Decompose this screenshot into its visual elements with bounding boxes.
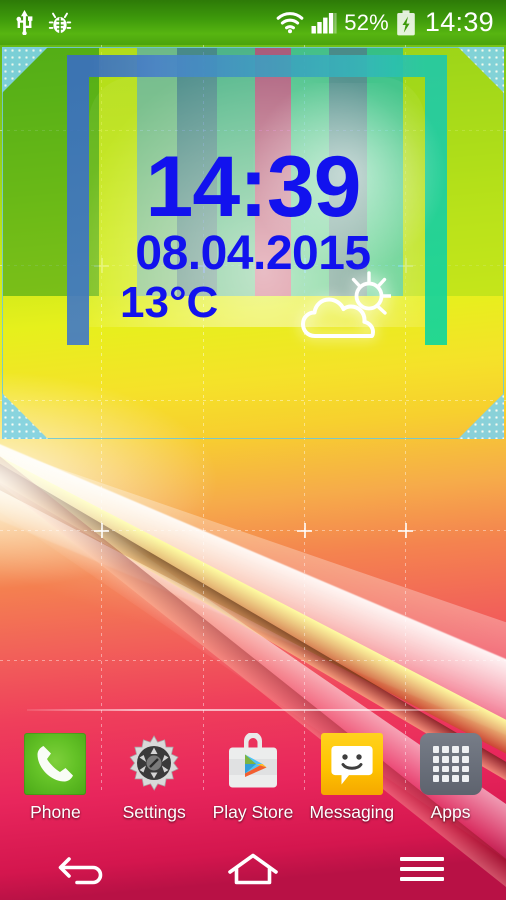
app-drawer-dot [442, 746, 450, 753]
app-drawer-dot [442, 755, 450, 763]
dock-item-play-store[interactable]: Play Store [208, 732, 298, 823]
back-button[interactable] [38, 842, 130, 896]
app-drawer-dot [452, 746, 459, 753]
home-button[interactable] [207, 842, 299, 896]
signal-icon [311, 12, 337, 33]
dock-item-messaging[interactable]: Messaging [307, 733, 397, 823]
app-drawer-dot [452, 765, 459, 773]
app-drawer-dot [442, 775, 450, 782]
back-arrow-icon [59, 857, 103, 885]
app-drawer-dot [461, 765, 469, 773]
app-drawer-dot [452, 755, 459, 763]
app-drawer-dot [461, 755, 469, 763]
gear-icon[interactable] [123, 733, 185, 795]
battery-charging-icon [397, 9, 415, 35]
dock-item-settings[interactable]: Settings [109, 733, 199, 823]
status-bar-clock: 14:39 [424, 7, 494, 37]
bug-icon [48, 12, 72, 33]
dock-label-apps: Apps [430, 802, 471, 822]
dock-item-apps[interactable]: Apps [406, 733, 496, 823]
message-icon[interactable] [320, 733, 383, 795]
menu-button[interactable] [376, 842, 468, 896]
dock-label-play-store: Play Store [212, 802, 294, 822]
wifi-icon [276, 11, 304, 33]
resize-handle-top-right[interactable] [458, 47, 504, 93]
resize-handle-bottom-right[interactable] [458, 393, 504, 439]
dock-label-settings: Settings [122, 802, 186, 822]
dock-divider [27, 709, 479, 711]
status-bar-system-icons: 52% 14:39 [276, 7, 497, 38]
resize-handle-bottom-left[interactable] [2, 393, 48, 439]
app-drawer-dot [452, 775, 459, 782]
usb-icon [16, 10, 33, 35]
dock-label-messaging: Messaging [309, 802, 395, 822]
play-store-icon[interactable] [222, 732, 284, 795]
app-drawer-dot [432, 765, 440, 773]
app-drawer-dot [432, 775, 440, 782]
app-drawer-dot [461, 775, 469, 782]
app-drawer-icon[interactable] [419, 733, 482, 795]
resize-handle-top-left[interactable] [2, 47, 48, 93]
home-icon [228, 853, 278, 885]
app-drawer-dot [442, 765, 450, 773]
dock-label-phone: Phone [30, 802, 81, 822]
battery-percent-label: 52% [344, 9, 389, 35]
android-home-screen: 14:39 08.04.2015 13°C 52% 14:39 Phone Se… [0, 0, 506, 900]
dock-item-phone[interactable]: Phone [10, 733, 100, 823]
dock: Phone Settings Play Store Messaging Apps [0, 732, 506, 833]
app-drawer-dot [432, 746, 440, 753]
menu-icon [399, 857, 444, 881]
phone-icon[interactable] [24, 733, 87, 795]
status-bar[interactable]: 52% 14:39 [0, 0, 506, 45]
app-drawer-dot [461, 746, 469, 753]
widget-selection-frame[interactable] [2, 47, 504, 439]
app-drawer-dot [432, 755, 440, 763]
status-bar-notifications [9, 10, 72, 35]
navigation-bar [0, 838, 506, 900]
